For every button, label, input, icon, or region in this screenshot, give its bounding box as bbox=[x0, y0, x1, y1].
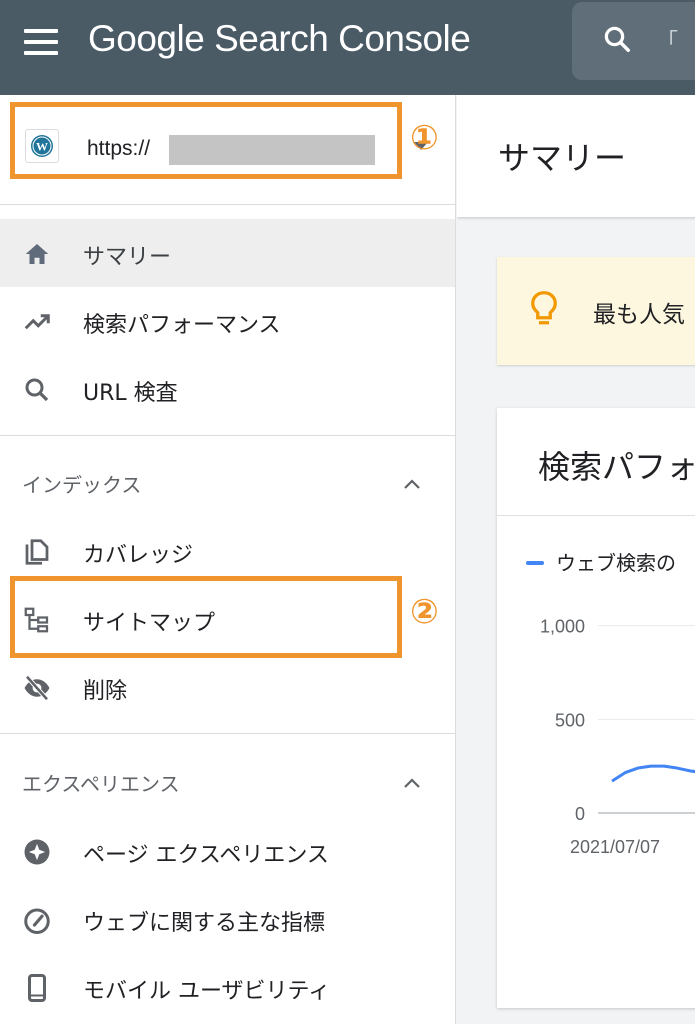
section-title-index: インデックス bbox=[22, 473, 142, 497]
page-title: サマリー bbox=[498, 139, 627, 177]
sidebar-item-search-performance[interactable]: 検索パフォーマンス bbox=[0, 287, 455, 355]
sidebar-item-label: サマリー bbox=[83, 245, 172, 270]
performance-title: 検索パフォ bbox=[538, 448, 695, 486]
performance-card[interactable]: 検索パフォ ウェブ検索の 1,5001,00050002021/07/07 bbox=[497, 408, 695, 1008]
main-content: サマリー 最も人気 検索パフォ ウェブ検索の 1,5001,0005000202… bbox=[457, 95, 695, 1024]
sidebar-item-coverage[interactable]: カバレッジ bbox=[0, 517, 455, 585]
annotation-marker-2: ② bbox=[410, 592, 439, 632]
sidebar-item-label: カバレッジ bbox=[83, 543, 194, 568]
copy-icon bbox=[25, 539, 49, 565]
sitemap-icon bbox=[24, 607, 49, 633]
legend-swatch bbox=[526, 561, 544, 565]
sidebar-item-summary[interactable]: サマリー bbox=[0, 219, 455, 287]
search-input-hint: 「 bbox=[656, 30, 679, 55]
sidebar-item-label: URL 検査 bbox=[83, 381, 178, 406]
sidebar-item-url-inspection[interactable]: URL 検査 bbox=[0, 355, 455, 423]
y-tick-label: 0 bbox=[575, 804, 585, 824]
property-url: https:// bbox=[87, 137, 151, 160]
menu-icon[interactable] bbox=[24, 29, 58, 55]
tip-text: 最も人気 bbox=[593, 302, 685, 328]
app-brand: Google Search Console bbox=[88, 18, 471, 59]
sidebar-item-removals[interactable]: 削除 bbox=[0, 653, 455, 721]
annotation-marker-1: ① bbox=[410, 118, 439, 158]
search-icon bbox=[604, 26, 630, 52]
sidebar-item-label: モバイル ユーザビリティ bbox=[83, 979, 331, 1004]
sidebar-item-core-web-vitals[interactable]: ウェブに関する主な指標 bbox=[0, 885, 455, 953]
divider bbox=[497, 515, 695, 516]
app-header: Google Search Console 「 bbox=[0, 0, 695, 95]
search-icon bbox=[25, 378, 49, 402]
wordpress-logo-icon: W bbox=[25, 129, 59, 163]
chevron-up-icon[interactable] bbox=[402, 477, 422, 491]
svg-text:W: W bbox=[36, 140, 48, 154]
sidebar: W https:// ① サマリー 検索パフォーマンス URL 検査 インデック… bbox=[0, 95, 456, 1024]
y-tick-label: 500 bbox=[555, 710, 585, 730]
smartphone-icon bbox=[28, 974, 46, 1002]
speed-gauge-icon bbox=[24, 908, 50, 934]
sidebar-item-label: 削除 bbox=[83, 679, 128, 704]
visibility-off-icon bbox=[24, 675, 50, 701]
divider bbox=[0, 733, 456, 734]
trending-up-icon bbox=[24, 314, 50, 330]
legend-label: ウェブ検索の bbox=[556, 551, 676, 575]
divider bbox=[0, 204, 456, 205]
property-selector[interactable]: W https:// bbox=[10, 102, 402, 179]
performance-chart: 1,5001,00050002021/07/07 bbox=[540, 617, 695, 857]
tip-card[interactable]: 最も人気 bbox=[497, 257, 695, 365]
search-box[interactable]: 「 bbox=[572, 2, 695, 80]
y-tick-label: 1,000 bbox=[540, 617, 585, 637]
section-title-experience: エクスペリエンス bbox=[22, 772, 180, 796]
divider bbox=[0, 435, 456, 436]
page-title-card: サマリー bbox=[457, 95, 695, 217]
property-url-redacted bbox=[169, 135, 375, 165]
x-tick-label: 2021/07/07 bbox=[570, 837, 660, 857]
sidebar-item-label: ページ エクスペリエンス bbox=[83, 843, 329, 868]
sidebar-item-label: サイトマップ bbox=[83, 611, 216, 636]
chevron-up-icon[interactable] bbox=[402, 776, 422, 790]
home-icon bbox=[25, 244, 49, 264]
badge-star-icon bbox=[24, 839, 50, 865]
sidebar-item-page-experience[interactable]: ページ エクスペリエンス bbox=[0, 817, 455, 885]
lightbulb-icon bbox=[531, 291, 557, 325]
sidebar-item-sitemaps[interactable]: サイトマップ bbox=[0, 585, 455, 653]
sidebar-item-label: 検索パフォーマンス bbox=[83, 313, 281, 338]
sidebar-item-mobile-usability[interactable]: モバイル ユーザビリティ bbox=[0, 953, 455, 1021]
sidebar-item-label: ウェブに関する主な指標 bbox=[83, 911, 326, 936]
series-line bbox=[611, 764, 695, 783]
